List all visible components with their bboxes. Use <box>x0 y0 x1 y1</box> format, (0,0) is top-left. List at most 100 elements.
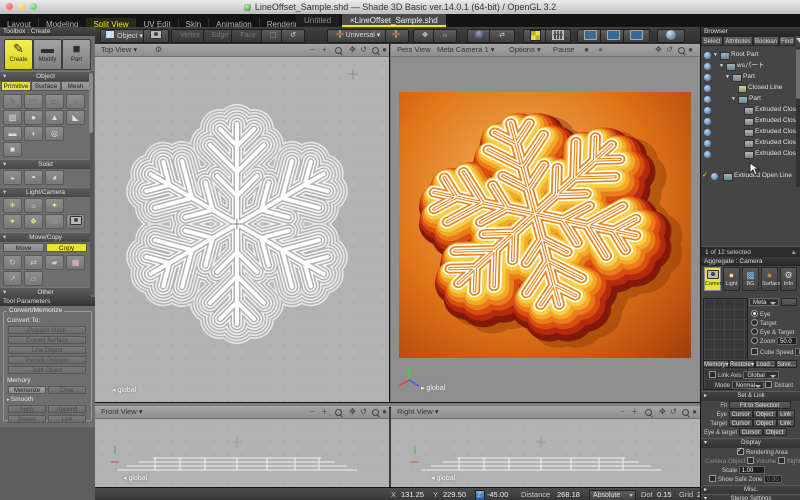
safe-zone-input[interactable]: 0.90 <box>764 475 782 483</box>
light-tab[interactable]: ●Light <box>723 267 740 291</box>
array-copy-icon[interactable]: ▦ <box>66 255 85 270</box>
camera-mode-button[interactable] <box>143 29 169 43</box>
zoom-in-icon[interactable]: + <box>319 407 330 417</box>
modify-button[interactable]: ▬Modify <box>33 39 62 70</box>
viewport-pers[interactable]: Pers View Meta Camera 1 ▾ Options ▾ Paus… <box>391 44 700 402</box>
render-flag-sphere-icon[interactable] <box>704 151 711 158</box>
smooth-apply-button[interactable]: Apply <box>8 405 46 413</box>
cube-speed-row[interactable]: Cube Speed Fast <box>751 348 800 358</box>
tab-primitive[interactable]: Primitive <box>1 81 31 91</box>
torus-icon[interactable]: ◎ <box>45 126 64 141</box>
wedge-icon[interactable]: ◣ <box>66 110 85 125</box>
rect-tool-icon[interactable]: ▭ <box>45 94 64 109</box>
cube-primitive-icon[interactable]: ■ <box>3 142 22 157</box>
top-view-label[interactable]: Top View ▾ <box>101 44 137 56</box>
tab-surface[interactable]: Surface <box>31 81 61 91</box>
zoom-out-icon[interactable]: − <box>307 407 318 417</box>
zoom-radio-row[interactable]: Zoom 50.0 <box>751 337 797 347</box>
mode-dropdown[interactable]: Normal <box>732 381 764 389</box>
camera-tab[interactable]: Camera <box>704 267 721 291</box>
eye-target-object-button[interactable]: Object <box>763 428 787 436</box>
browser-tab-select[interactable]: Select <box>701 36 723 46</box>
sphere-icon[interactable]: ● <box>24 110 43 125</box>
copy-button[interactable]: Copy <box>46 243 87 252</box>
render-flag-sphere-icon[interactable] <box>704 118 711 125</box>
solid-subtract-icon[interactable]: ◓ <box>24 170 43 185</box>
section-solid[interactable]: ▾Solid <box>0 159 91 169</box>
zoom-out-icon[interactable]: − <box>617 407 628 417</box>
front-view-label[interactable]: Front View ▾ <box>101 406 143 418</box>
section-move-copy[interactable]: ▾Move/Copy <box>0 232 91 242</box>
expander-icon[interactable]: ▼ <box>731 94 736 104</box>
convert-curved-surface-button[interactable]: Curved Surface <box>8 336 86 344</box>
camera-create-icon[interactable] <box>66 214 85 229</box>
meta-info-button[interactable]: … <box>781 298 797 306</box>
bg-tab[interactable]: ▩BG <box>742 267 759 291</box>
link-axis-checkbox[interactable] <box>709 371 716 378</box>
render-preview-button[interactable] <box>657 29 685 43</box>
dot-value[interactable]: 0.15 <box>657 488 672 500</box>
sight-checkbox[interactable] <box>778 457 785 464</box>
pan-icon[interactable]: ✥ <box>657 407 668 417</box>
section-other[interactable]: ▾Other <box>0 287 91 297</box>
save-button[interactable]: Save... <box>776 360 797 368</box>
cube-speed-checkbox[interactable] <box>751 348 758 355</box>
swap-view-button[interactable]: ⇄ <box>489 29 515 43</box>
smooth-link-button[interactable]: Link <box>48 415 86 423</box>
tree-row-closed-line[interactable]: Closed Line <box>701 83 795 93</box>
surface-tab[interactable]: ●Surface <box>761 267 778 291</box>
universal-manipulator-button[interactable]: Universal ▾ <box>327 29 389 43</box>
radio-eye[interactable] <box>751 310 758 317</box>
spot-light-icon[interactable]: ☼ <box>24 198 43 213</box>
render-flag-sphere-icon[interactable] <box>704 107 711 114</box>
browser-tab-attributes[interactable]: Attributes <box>723 36 753 46</box>
rotate-view-icon[interactable]: ↺ <box>664 45 675 55</box>
coordinate-mode-dropdown[interactable]: Absolute <box>589 490 636 500</box>
scale-copy-icon[interactable]: ▰ <box>45 255 64 270</box>
pers-view-label[interactable]: Pers View <box>397 44 431 56</box>
circle-tool-icon[interactable]: ○ <box>66 94 85 109</box>
box-icon[interactable]: ▬ <box>3 126 22 141</box>
viewport-front[interactable]: Front View ▾ − + ✥ ↺ ● ◂ global <box>95 406 389 487</box>
point-light-icon[interactable]: ✶ <box>3 214 22 229</box>
gear-icon[interactable]: ⚙ <box>153 45 164 55</box>
solid-union-icon[interactable]: ◒ <box>3 170 22 185</box>
solid-intersect-icon[interactable]: ◕ <box>45 170 64 185</box>
camera-view-icon[interactable]: ● <box>379 407 389 417</box>
link-axis-dropdown[interactable]: Global <box>743 371 779 379</box>
part-button[interactable]: ■Part <box>62 39 91 70</box>
section-object[interactable]: ▾Object <box>0 71 91 81</box>
convert-pseudo-polygon-button[interactable]: Pseudo Polygon <box>8 356 86 364</box>
camera-view-icon[interactable]: ● <box>685 45 696 55</box>
rotate-view-icon[interactable]: ↺ <box>358 45 369 55</box>
restore-button[interactable]: Restore▾ <box>729 360 755 368</box>
viewport-top[interactable]: Top View ▾ ⚙ − + ✥ ↺ ● ◂ global <box>95 44 389 402</box>
rendering-area-checkbox[interactable] <box>737 448 744 455</box>
browser-tab-boolean[interactable]: Boolean <box>753 36 779 46</box>
render-flag-sphere-icon[interactable] <box>704 74 711 81</box>
zoom-in-icon[interactable]: + <box>629 407 640 417</box>
scale-input[interactable]: 1.00 <box>739 466 765 474</box>
paste-copy-icon[interactable]: ▱ <box>24 271 43 286</box>
create-button[interactable]: ✎Create <box>4 39 33 70</box>
front-view-global-label[interactable]: ◂ global <box>123 474 147 482</box>
target-object-button[interactable]: Object <box>753 419 777 427</box>
smooth-append-button[interactable]: Append <box>48 405 86 413</box>
sun-light-icon[interactable]: ☀ <box>3 198 22 213</box>
fit-to-selection-button[interactable]: Fit to Selection <box>729 401 791 409</box>
expander-icon[interactable]: ▼ <box>725 72 730 82</box>
tree-row-extruded-closed-4[interactable]: Extruded Closed <box>701 138 795 148</box>
convert-line-object-button[interactable]: Line Object <box>8 346 86 354</box>
viewport-right[interactable]: Right View ▾ − + ✥ ↺ ● ◂ global <box>391 406 700 487</box>
zoom-in-icon[interactable]: + <box>319 45 330 55</box>
load-button[interactable]: Load... <box>755 360 776 368</box>
magnifier-icon[interactable] <box>645 409 652 416</box>
section-stereo-settings[interactable]: ▾Stereo Settings <box>701 494 800 500</box>
doc-tab-active[interactable]: ×LineOffset_Sample.shd <box>342 14 446 27</box>
tree-row-root-part[interactable]: ▼ Root Part <box>701 50 795 60</box>
pan-icon[interactable]: ✥ <box>347 45 358 55</box>
render-flag-sphere-icon[interactable] <box>704 129 711 136</box>
tree-row-snow-part[interactable]: ▼ wsパート <box>701 61 795 71</box>
pause-button[interactable]: Pause <box>553 44 574 56</box>
grid-toggle-button[interactable] <box>545 29 571 43</box>
